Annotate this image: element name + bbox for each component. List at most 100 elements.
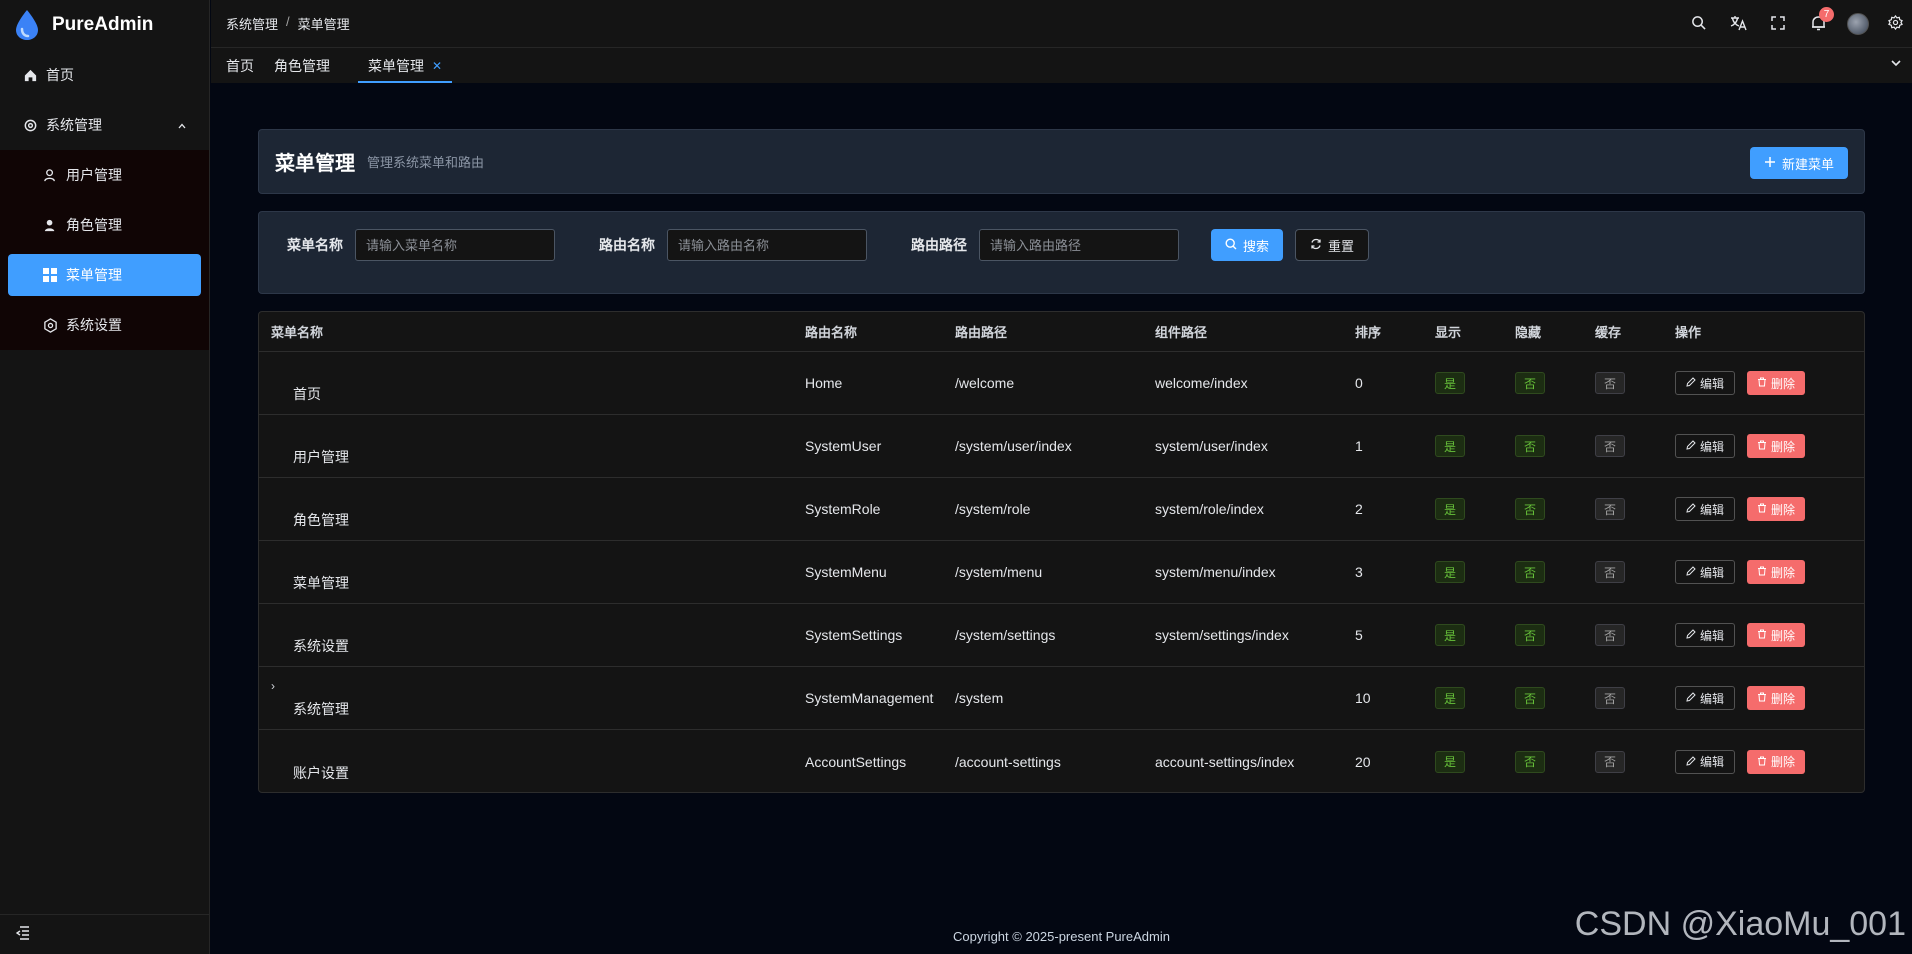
sidebar-collapse-button[interactable] (0, 914, 210, 954)
edit-label: 编辑 (1700, 376, 1725, 391)
menu-name-input[interactable] (355, 229, 555, 261)
cell-show: 是 (1423, 604, 1503, 666)
cell-menu-name: 首页 (293, 386, 321, 402)
cell-component-path: system/user/index (1155, 438, 1268, 454)
filter-card: 菜单名称 路由名称 路由路径 搜索 重置 (258, 211, 1865, 294)
hidden-tag: 否 (1515, 498, 1546, 520)
cell-component-path: welcome/index (1155, 375, 1248, 391)
cell-cache: 否 (1583, 478, 1663, 540)
edit-label: 编辑 (1700, 755, 1725, 769)
hidden-tag: 否 (1515, 687, 1546, 709)
edit-icon (1686, 755, 1696, 769)
tag-label: 首页 (226, 57, 254, 74)
search-button[interactable] (1678, 0, 1718, 48)
show-tag: 是 (1435, 750, 1466, 773)
cell-cache: 否 (1583, 667, 1663, 729)
table-row: 系统设置 SystemSettings/system/settings system… (259, 604, 1864, 667)
cell-route-path: /system/role (955, 501, 1031, 517)
page-title: 菜单管理 (275, 153, 355, 175)
cell-route-path: /system/user/index (955, 438, 1072, 454)
route-name-text: SystemManagement (805, 690, 934, 706)
delete-button[interactable]: 删除 (1747, 749, 1806, 774)
delete-button[interactable]: 删除 (1747, 686, 1806, 710)
delete-button[interactable]: 删除 (1747, 434, 1806, 458)
cell-route-name: SystemUser (793, 415, 943, 477)
delete-button[interactable]: 删除 (1747, 371, 1806, 395)
cell-route-name: SystemMenu (793, 541, 943, 603)
search-button[interactable]: 搜索 (1211, 229, 1284, 261)
reset-label: 重置 (1328, 238, 1355, 254)
sidebar-item-home[interactable]: 首页 (0, 50, 209, 100)
sidebar-item-menus[interactable]: 菜单管理 (8, 254, 201, 296)
cache-tag: 否 (1595, 372, 1626, 394)
delete-button[interactable]: 删除 (1747, 623, 1806, 647)
fullscreen-button[interactable] (1758, 0, 1798, 48)
breadcrumb-item[interactable]: 系统管理 (226, 14, 278, 33)
edit-icon (1686, 691, 1696, 705)
cell-menu-name: 用户管理 (293, 449, 349, 465)
notification-button[interactable]: 7 (1798, 0, 1838, 48)
route-path-input[interactable] (979, 229, 1179, 261)
reset-button[interactable]: 重置 (1295, 229, 1370, 261)
edit-button[interactable]: 编辑 (1675, 371, 1736, 395)
edit-label: 编辑 (1700, 565, 1725, 580)
search-label: 搜索 (1243, 238, 1270, 254)
route-name-text: AccountSettings (805, 753, 907, 770)
edit-button[interactable]: 编辑 (1675, 686, 1736, 710)
user-avatar-button[interactable] (1838, 0, 1878, 48)
table-row: 菜单管理 SystemMenu/system/menu system/menu/in… (259, 541, 1864, 604)
breadcrumb: 系统管理 / 菜单管理 (226, 14, 350, 33)
edit-button[interactable]: 编辑 (1675, 623, 1736, 647)
logo[interactable]: PureAdmin (0, 0, 209, 50)
delete-button[interactable]: 删除 (1747, 497, 1806, 521)
table-row: 账户设置 AccountSettings/account-settings acco… (259, 730, 1864, 792)
collapse-menu-icon (15, 926, 30, 943)
cell-menu-name: 账户设置 (293, 765, 349, 781)
sidebar-item-system[interactable]: 系统管理 (0, 100, 209, 150)
cell-show: 是 (1423, 667, 1503, 729)
delete-button[interactable]: 删除 (1747, 560, 1806, 584)
tag-label: 菜单管理 (368, 57, 424, 74)
trash-icon (1757, 565, 1767, 579)
route-name-input[interactable] (667, 229, 867, 261)
sidebar-item-settings[interactable]: 系统设置 (0, 300, 209, 350)
breadcrumb-item-current: 菜单管理 (297, 17, 350, 32)
tag-home[interactable]: 首页 (226, 48, 264, 83)
cell-show: 是 (1423, 730, 1503, 792)
sidebar-item-users[interactable]: 用户管理 (0, 150, 209, 200)
cell-menu-name: 系统管理 (293, 701, 349, 717)
delete-label: 删除 (1771, 439, 1796, 454)
language-button[interactable] (1718, 0, 1758, 48)
settings-button[interactable] (1878, 0, 1912, 48)
tag-menus[interactable]: 菜单管理 ✕ (358, 48, 453, 83)
column-header: 缓存 (1595, 325, 1622, 340)
cell-actions: 编辑 删除 (1663, 541, 1863, 603)
sidebar-item-roles[interactable]: 角色管理 (0, 200, 209, 250)
chevron-down-icon[interactable] (1890, 56, 1902, 72)
edit-button[interactable]: 编辑 (1675, 560, 1736, 584)
sidebar-item-label: 首页 (46, 67, 74, 83)
expand-chevron-icon[interactable]: › (271, 679, 275, 693)
new-menu-button[interactable]: 新建菜单 (1749, 147, 1848, 179)
plus-icon (1764, 156, 1776, 171)
edit-button[interactable]: 编辑 (1675, 749, 1736, 774)
cell-actions: 编辑 删除 (1663, 667, 1863, 729)
cell-order: 10 (1355, 690, 1371, 706)
cell-route-path: /system (955, 690, 1004, 706)
cell-actions: 编辑 删除 (1663, 730, 1863, 792)
show-tag: 是 (1435, 498, 1466, 520)
page-subtitle: 管理系统菜单和路由 (367, 155, 485, 170)
edit-button[interactable]: 编辑 (1675, 434, 1736, 458)
hidden-tag: 否 (1515, 750, 1546, 773)
user-icon (42, 167, 58, 183)
filter-actions: 搜索 重置 (1211, 229, 1370, 261)
close-icon[interactable]: ✕ (432, 59, 442, 73)
chevron-up-icon (177, 118, 187, 134)
edit-label: 编辑 (1700, 628, 1725, 643)
cache-tag: 否 (1595, 750, 1626, 773)
cell-route-path: /welcome (955, 375, 1015, 391)
cell-component-path: system/menu/index (1155, 564, 1276, 580)
search-icon (1225, 237, 1237, 253)
tag-roles[interactable]: 角色管理 (264, 48, 340, 83)
edit-button[interactable]: 编辑 (1675, 497, 1736, 521)
